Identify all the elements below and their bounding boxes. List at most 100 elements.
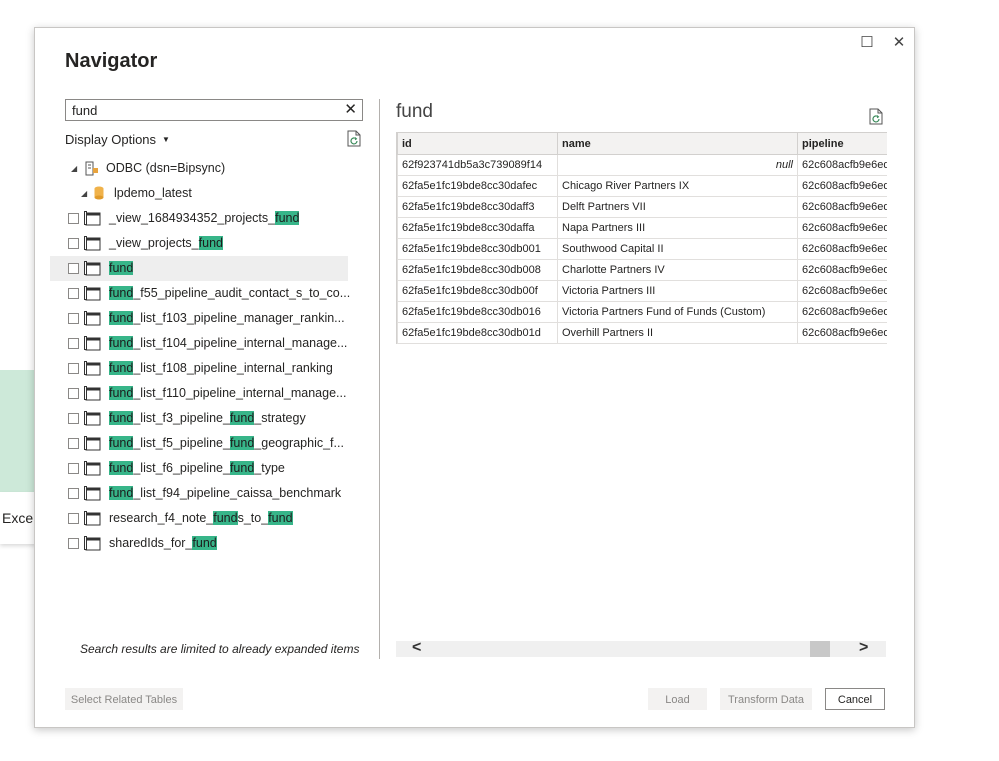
- table-cell: null: [557, 154, 798, 176]
- search-match-highlight: fund: [109, 311, 134, 325]
- tree-table-item[interactable]: fund_f55_pipeline_audit_contact_s_to_co.…: [50, 281, 350, 306]
- column-header[interactable]: id: [397, 132, 558, 155]
- table-name-label: fund_list_f108_pipeline_internal_ranking: [109, 356, 333, 381]
- close-button[interactable]: ✕: [887, 32, 911, 54]
- search-match-highlight: fund: [275, 211, 300, 225]
- server-icon: [85, 161, 98, 176]
- table-row: 62fa5e1fc19bde8cc30db00f Victoria Partner…: [397, 280, 887, 302]
- table-name-label: fund_list_f104_pipeline_internal_manage.…: [109, 331, 347, 356]
- column-header[interactable]: pipeline: [797, 132, 887, 155]
- grid-header-row: id name pipeline: [397, 132, 887, 155]
- scroll-right-icon[interactable]: >: [859, 639, 868, 657]
- search-match-highlight: fund: [109, 411, 134, 425]
- label-segment: sharedIds_for_: [109, 536, 193, 550]
- table-checkbox[interactable]: [68, 288, 79, 299]
- table-name-label: fund: [109, 256, 134, 281]
- label-segment: research_f4_note_: [109, 511, 214, 525]
- horizontal-scrollbar[interactable]: < >: [396, 639, 886, 657]
- preview-title: fund: [396, 101, 433, 122]
- table-checkbox[interactable]: [68, 488, 79, 499]
- table-icon: [84, 361, 101, 376]
- refresh-icon[interactable]: [347, 130, 361, 147]
- table-name-label: _view_projects_fund: [109, 231, 223, 256]
- table-cell: 62fa5e1fc19bde8cc30dafec: [397, 175, 558, 197]
- display-options-label: Display Options: [65, 132, 157, 147]
- table-checkbox[interactable]: [68, 338, 79, 349]
- table-cell: 62fa5e1fc19bde8cc30db001: [397, 238, 558, 260]
- tree-table-item[interactable]: _view_projects_fund: [50, 231, 348, 256]
- tree-table-item[interactable]: _view_1684934352_projects_fund: [50, 206, 348, 231]
- column-header[interactable]: name: [557, 132, 798, 155]
- table-checkbox[interactable]: [68, 313, 79, 324]
- tree-table-item[interactable]: fund_list_f108_pipeline_internal_ranking: [50, 356, 348, 381]
- server-label: ODBC (dsn=Bipsync): [106, 161, 226, 175]
- table-checkbox[interactable]: [68, 363, 79, 374]
- table-name-label: fund_list_f110_pipeline_internal_manage.…: [109, 381, 346, 406]
- table-name-label: _view_1684934352_projects_fund: [109, 206, 300, 231]
- table-checkbox[interactable]: [68, 263, 79, 274]
- display-options-dropdown[interactable]: Display Options ▼: [65, 132, 170, 147]
- collapse-arrow-icon[interactable]: ◢: [71, 156, 81, 181]
- scroll-left-icon[interactable]: <: [412, 639, 421, 657]
- table-row: 62f923741db5a3c739089f14 null 62c608acfb9e…: [397, 154, 887, 176]
- collapse-arrow-icon[interactable]: ◢: [81, 181, 91, 206]
- table-cell: 62f923741db5a3c739089f14: [397, 154, 558, 176]
- search-match-highlight: fund: [192, 536, 217, 550]
- preview-refresh-icon[interactable]: [869, 108, 883, 125]
- select-related-tables-button[interactable]: Select Related Tables: [65, 688, 183, 710]
- label-segment: _type: [254, 461, 285, 475]
- scrollbar-thumb[interactable]: [810, 641, 830, 657]
- table-checkbox[interactable]: [68, 438, 79, 449]
- table-cell: Overhill Partners II: [557, 322, 798, 344]
- tree-table-item[interactable]: research_f4_note_funds_to_fund: [50, 506, 348, 531]
- search-match-highlight: fund: [198, 236, 223, 250]
- label-segment: _list_f110_pipeline_internal_manage...: [133, 386, 347, 400]
- excel-label: Excel: [2, 510, 37, 526]
- tree-table-item[interactable]: fund_list_f104_pipeline_internal_manage.…: [50, 331, 348, 356]
- table-icon: [84, 411, 101, 426]
- table-cell: 62fa5e1fc19bde8cc30db01d: [397, 322, 558, 344]
- table-checkbox[interactable]: [68, 238, 79, 249]
- dialog-title: Navigator: [65, 50, 158, 72]
- search-match-highlight: fund: [229, 411, 255, 425]
- table-name-label: sharedIds_for_fund: [109, 531, 217, 556]
- clear-search-icon[interactable]: ✕: [344, 100, 357, 120]
- table-checkbox[interactable]: [68, 213, 79, 224]
- search-match-highlight: fund: [109, 336, 134, 350]
- table-cell: Delft Partners VII: [557, 196, 798, 218]
- tree-table-item[interactable]: fund_list_f3_pipeline_fund_strategy: [50, 406, 348, 431]
- table-icon: [84, 311, 101, 326]
- search-match-highlight: fund: [109, 261, 134, 275]
- transform-data-button[interactable]: Transform Data: [720, 688, 812, 710]
- table-checkbox[interactable]: [68, 388, 79, 399]
- table-checkbox[interactable]: [68, 463, 79, 474]
- pane-divider: [379, 99, 380, 659]
- search-match-highlight: fund: [268, 511, 293, 525]
- tree-table-item[interactable]: fund_list_f110_pipeline_internal_manage.…: [50, 381, 348, 406]
- label-segment: _list_f104_pipeline_internal_manage...: [133, 336, 348, 350]
- table-checkbox[interactable]: [68, 538, 79, 549]
- table-icon: [84, 236, 101, 251]
- label-segment: _list_f3_pipeline_: [133, 411, 230, 425]
- tree-table-item[interactable]: fund_list_f103_pipeline_manager_rankin..…: [50, 306, 348, 331]
- label-segment: s_to_: [237, 511, 269, 525]
- label-segment: _strategy: [254, 411, 306, 425]
- tree-table-item[interactable]: fund_list_f5_pipeline_fund_geographic_f.…: [50, 431, 348, 456]
- load-button[interactable]: Load: [648, 688, 707, 710]
- tree-table-item[interactable]: fund_list_f94_pipeline_caissa_benchmark: [50, 481, 348, 506]
- cancel-button[interactable]: Cancel: [825, 688, 885, 710]
- table-cell: 62fa5e1fc19bde8cc30db016: [397, 301, 558, 323]
- database-label: lpdemo_latest: [114, 186, 192, 200]
- table-cell: 62fa5e1fc19bde8cc30db008: [397, 259, 558, 281]
- table-cell: Chicago River Partners IX: [557, 175, 798, 197]
- search-input[interactable]: [72, 101, 332, 119]
- table-checkbox[interactable]: [68, 513, 79, 524]
- table-icon: [84, 336, 101, 351]
- tree-table-item[interactable]: sharedIds_for_fund: [50, 531, 348, 556]
- search-match-highlight: fund: [109, 436, 134, 450]
- table-checkbox[interactable]: [68, 413, 79, 424]
- tree-table-item[interactable]: fund_list_f6_pipeline_fund_type: [50, 456, 348, 481]
- tree-table-item[interactable]: fund: [50, 256, 348, 281]
- maximize-button[interactable]: ☐: [855, 32, 879, 54]
- table-name-label: fund_list_f6_pipeline_fund_type: [109, 456, 285, 481]
